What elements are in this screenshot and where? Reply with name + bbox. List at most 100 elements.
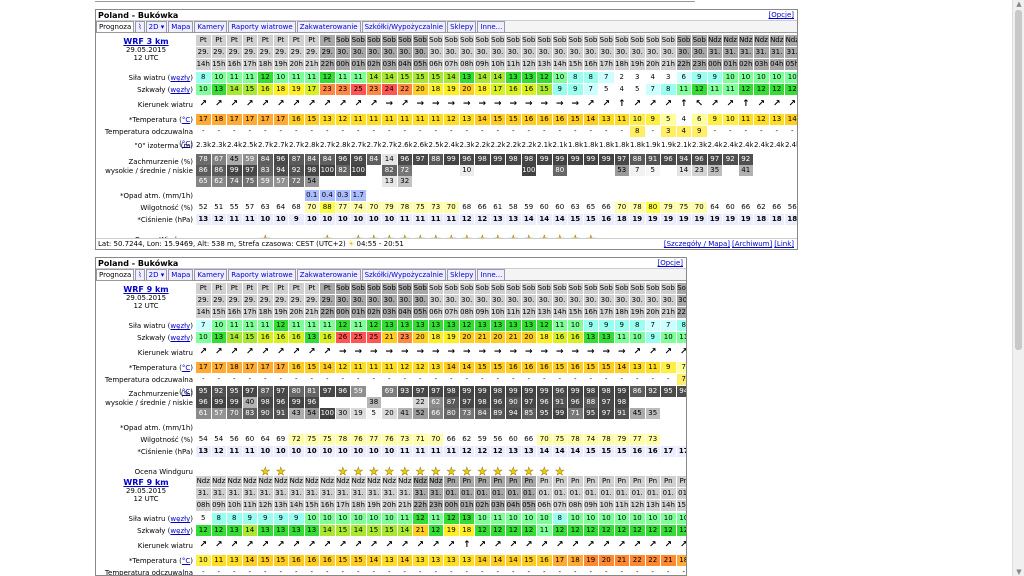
- wind-unit-link[interactable]: (węzły): [165, 74, 193, 82]
- time-header-cell: Pt: [211, 35, 227, 46]
- pressure-label: *Ciśnienie (hPa): [137, 216, 193, 224]
- tab-3[interactable]: Mapa: [168, 269, 194, 280]
- model-link[interactable]: WRF 9 km: [96, 285, 196, 294]
- time-header-cell: 30.: [583, 295, 599, 306]
- tab-3[interactable]: Mapa: [168, 21, 194, 32]
- footer-link-1[interactable]: [Archiwum]: [732, 240, 772, 248]
- temperature-cell: 13: [382, 555, 398, 566]
- gust-cell: 23: [335, 84, 351, 95]
- time-header-cell: 01.: [645, 488, 661, 499]
- wind-direction-arrow: →: [475, 347, 491, 358]
- pressure-cell: 19: [723, 214, 739, 225]
- wind-unit-link[interactable]: (węzły): [165, 515, 193, 523]
- feels-like-cell: -: [242, 374, 258, 385]
- gusts-unit-link[interactable]: (węzły): [165, 527, 193, 535]
- cloud-low-cell: [366, 176, 382, 187]
- humidity-cell: 75: [320, 434, 336, 445]
- feels-like-cell: -: [521, 374, 537, 385]
- model-link[interactable]: WRF 3 km: [96, 37, 196, 46]
- tab-8[interactable]: Sklepy: [447, 21, 477, 32]
- feels-like-cell: -: [397, 126, 413, 137]
- rain-cell: [754, 190, 770, 201]
- scroll-up-icon[interactable]: ▲: [1015, 0, 1023, 8]
- time-header-cell: Sob: [521, 35, 537, 46]
- wind-direction-arrow: ↗: [367, 540, 382, 551]
- temperature-label: *Temperatura (°C): [128, 116, 193, 124]
- time-header-cell: Sob: [475, 35, 491, 46]
- humidity-cell: 75: [676, 202, 692, 213]
- temperature-cell: 15: [568, 114, 584, 125]
- tab-7[interactable]: Szkółki/Wypożyczalnie: [361, 21, 447, 32]
- wind-direction-arrow: ↗: [506, 540, 522, 551]
- gust-cell: 4: [614, 84, 630, 95]
- feels-like-cell: 7: [676, 374, 686, 385]
- temp-unit-link[interactable]: (°C): [177, 116, 193, 124]
- temp-unit-link[interactable]: (°C): [177, 557, 193, 565]
- tab-5[interactable]: Raporty wiatrowe: [228, 21, 296, 32]
- humidity-cell: 75: [413, 202, 429, 213]
- scrollbar-thumb[interactable]: [1015, 10, 1022, 350]
- time-header-cell: 11h: [242, 500, 258, 511]
- time-header-cell: 13h: [273, 500, 289, 511]
- model-link[interactable]: WRF 9 km: [96, 478, 196, 487]
- wind-direction-arrow: ↗: [196, 99, 212, 110]
- wind-cell: 10: [382, 513, 398, 524]
- wind-cell: 5: [196, 513, 212, 524]
- options-link[interactable]: [Opcje]: [657, 258, 683, 269]
- gust-cell: 13: [227, 525, 243, 536]
- tab-4[interactable]: Kamery: [194, 269, 228, 280]
- time-header-cell: 01h: [723, 59, 739, 70]
- wind-unit-link[interactable]: (węzły): [165, 322, 193, 330]
- tab-9[interactable]: Inne...: [477, 269, 506, 280]
- wind-cell: 11: [289, 320, 305, 331]
- feels-like-cell: -: [304, 126, 320, 137]
- humidity-cell: 74: [583, 434, 599, 445]
- cloud-high-cell: 98: [490, 386, 506, 397]
- tab-0[interactable]: Prognoza: [96, 21, 135, 32]
- options-link[interactable]: [Opcje]: [768, 10, 794, 21]
- feels-like-cell: -: [614, 567, 630, 575]
- gust-cell: 11: [723, 84, 739, 95]
- temperature-cell: 15: [506, 114, 522, 125]
- time-header-cell: 07h: [552, 500, 568, 511]
- tab-9[interactable]: Inne...: [477, 21, 506, 32]
- feels-like-cell: -: [273, 126, 289, 137]
- scroll-down-icon[interactable]: ▼: [1015, 568, 1023, 576]
- feels-like-cell: -: [320, 374, 336, 385]
- wind-direction-arrow: ↗: [320, 99, 336, 110]
- tab-0[interactable]: Prognoza: [96, 269, 135, 280]
- tab-6[interactable]: Zakwaterowanie: [296, 269, 361, 280]
- wind-direction-arrow: ↗: [367, 99, 382, 110]
- tab-1[interactable]: ⌇: [135, 21, 145, 32]
- wind-cell: 13: [382, 320, 398, 331]
- time-header-cell: Sob: [599, 283, 615, 294]
- gust-cell: 15: [382, 525, 398, 536]
- temperature-cell: 11: [382, 114, 398, 125]
- humidity-cell: 66: [769, 202, 785, 213]
- cloud-mid-cell: 97: [459, 397, 475, 408]
- page-scrollbar[interactable]: ▲ ▼: [1012, 0, 1024, 576]
- temp-unit-link[interactable]: (°C): [177, 364, 193, 372]
- cloud-low-cell: [754, 176, 770, 187]
- cloud-low-cell: 83: [242, 408, 258, 419]
- tab-7[interactable]: Szkółki/Wypożyczalnie: [361, 269, 447, 280]
- footer-link-0[interactable]: [Szczegóły / Mapa]: [664, 240, 730, 248]
- footer-link-2[interactable]: [Link]: [774, 240, 794, 248]
- tab-2[interactable]: 2D ▾: [145, 21, 168, 32]
- tab-2[interactable]: 2D ▾: [145, 269, 168, 280]
- cloud-high-cell: [366, 386, 382, 397]
- tab-5[interactable]: Raporty wiatrowe: [228, 269, 296, 280]
- cloud-high-cell: 84: [304, 154, 320, 165]
- time-header-cell: Sob: [630, 35, 646, 46]
- tab-6[interactable]: Zakwaterowanie: [296, 21, 361, 32]
- tab-8[interactable]: Sklepy: [447, 269, 477, 280]
- tab-4[interactable]: Kamery: [194, 21, 228, 32]
- gusts-unit-link[interactable]: (węzły): [165, 334, 193, 342]
- temperature-cell: 17: [258, 362, 274, 373]
- wind-direction-arrow: ↗: [584, 99, 599, 110]
- gusts-unit-link[interactable]: (węzły): [165, 86, 193, 94]
- isotherm-cell: 2.7k: [258, 140, 274, 151]
- cloud-low-cell: 5: [366, 408, 382, 419]
- wind-cell: 9: [583, 320, 599, 331]
- tab-1[interactable]: ⌇: [135, 269, 145, 280]
